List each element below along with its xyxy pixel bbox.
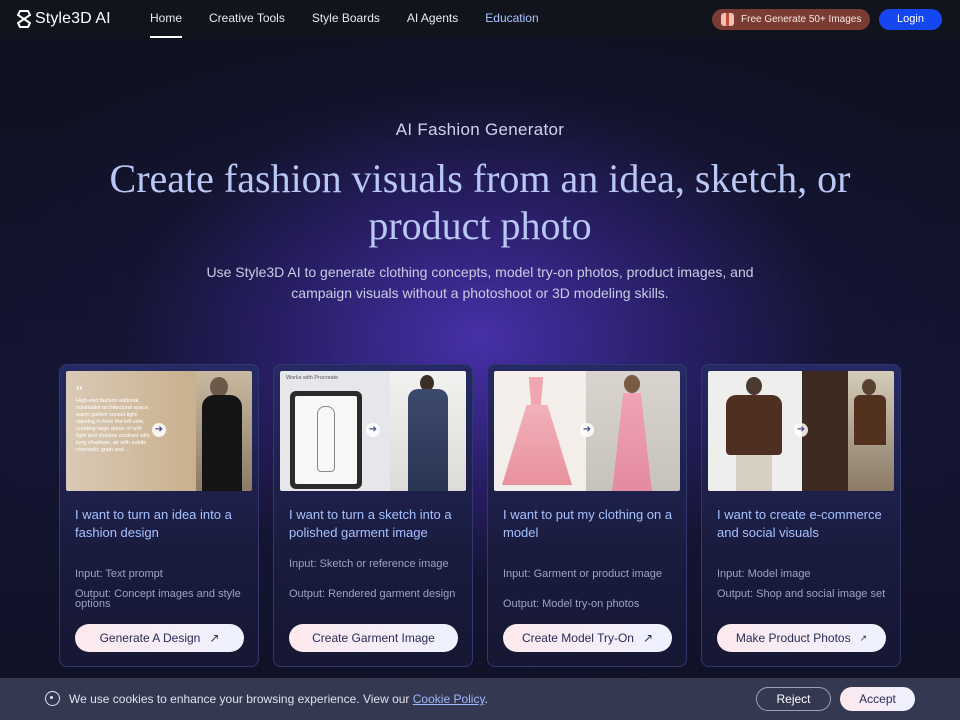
button-label: Make Product Photos — [735, 631, 851, 645]
sketch-figure — [317, 406, 335, 472]
gift-icon — [721, 13, 734, 26]
product-photo — [708, 371, 802, 491]
tablet — [290, 391, 362, 489]
nav-style-boards[interactable]: Style Boards — [312, 0, 380, 38]
jacket — [854, 395, 886, 445]
external-arrow-icon: ↗ — [642, 631, 654, 645]
card-input: Input: Garment or product image — [503, 568, 662, 580]
dress-skirt — [502, 405, 572, 485]
promo-button[interactable]: Free Generate 50+ Images — [712, 9, 870, 30]
cookie-icon — [45, 691, 60, 706]
model-head — [862, 379, 876, 395]
nav-links: Home Creative Tools Style Boards AI Agen… — [150, 0, 566, 38]
cookie-text: We use cookies to enhance your browsing … — [69, 692, 488, 706]
model-photo — [586, 371, 680, 491]
dress-photo — [494, 371, 586, 491]
nav-home[interactable]: Home — [150, 0, 183, 38]
hero-headline: Create fashion visuals from an idea, ske… — [109, 156, 851, 248]
arrow-icon: ➜ — [366, 423, 380, 437]
card-title: I want to create e-commerce and social v… — [717, 507, 882, 540]
model-photo — [196, 371, 252, 491]
reject-button[interactable]: Reject — [756, 687, 831, 711]
leather-jacket — [726, 395, 782, 455]
nav-ai-agents[interactable]: AI Agents — [407, 0, 458, 38]
create-garment-button[interactable]: Create Garment Image — [289, 624, 458, 652]
card-tryon-image: ➜ — [494, 371, 680, 491]
card-idea-image: “ High-end fashion editorial, minimalist… — [66, 371, 252, 491]
external-arrow-icon: ↗ — [859, 632, 868, 643]
card-tryon: ➜ I want to put my clothing on a model I… — [487, 364, 687, 667]
create-tryon-button[interactable]: Create Model Try-On ↗ — [503, 624, 672, 652]
card-output: Output: Rendered garment design — [289, 588, 456, 600]
login-button[interactable]: Login — [879, 9, 942, 30]
tablet-screen — [295, 396, 357, 484]
arrow-icon: ➜ — [580, 423, 594, 437]
card-output: Output: Model try-on photos — [503, 598, 640, 610]
hero-subtitle: Use Style3D AI to generate clothing conc… — [206, 264, 754, 301]
nav-creative-tools[interactable]: Creative Tools — [209, 0, 285, 38]
promo-label: Free Generate 50+ Images — [741, 14, 862, 25]
card-ecommerce: ➜ I want to create e-commerce and social… — [701, 364, 901, 667]
model-head — [210, 377, 228, 397]
generate-design-button[interactable]: Generate A Design ↗ — [75, 624, 244, 652]
card-output: Output: Shop and social image set — [717, 588, 886, 600]
model-head — [624, 375, 640, 393]
trousers — [736, 455, 772, 491]
prompt-text: High-end fashion editorial, minimalist a… — [76, 398, 150, 453]
style3d-logo-icon — [17, 10, 31, 28]
card-input: Input: Model image — [717, 568, 811, 580]
card-sketch-image: Works with Procreate ➜ — [280, 371, 466, 491]
hero-eyebrow: AI Fashion Generator — [395, 120, 565, 139]
pink-dress — [612, 393, 652, 491]
button-label: Create Garment Image — [312, 631, 435, 645]
denim-outfit — [408, 389, 448, 491]
top-nav: Style3D AI Home Creative Tools Style Boa… — [0, 0, 960, 38]
model-head — [746, 377, 762, 395]
card-ecommerce-image: ➜ — [708, 371, 894, 491]
card-title: I want to put my clothing on a model — [503, 507, 673, 540]
card-title: I want to turn an idea into a fashion de… — [75, 507, 232, 540]
cookie-message: We use cookies to enhance your browsing … — [69, 692, 413, 706]
make-product-photos-button[interactable]: Make Product Photos ↗ — [717, 624, 886, 652]
model-suit — [202, 395, 242, 491]
accept-button[interactable]: Accept — [840, 687, 915, 711]
logo-text: Style3D AI — [35, 10, 111, 27]
card-title: I want to turn a sketch into a polished … — [289, 507, 452, 540]
detail-photo — [802, 371, 848, 491]
garment-photo — [390, 371, 466, 491]
arrow-icon: ➜ — [152, 423, 166, 437]
procreate-badge: Works with Procreate — [286, 375, 339, 381]
prompt-panel: “ High-end fashion editorial, minimalist… — [66, 371, 196, 491]
card-input: Input: Sketch or reference image — [289, 558, 449, 570]
button-label: Generate A Design — [99, 631, 201, 645]
button-label: Create Model Try-On — [521, 631, 634, 645]
nav-education[interactable]: Education — [485, 0, 538, 38]
lifestyle-photo — [848, 371, 894, 491]
cookie-banner: We use cookies to enhance your browsing … — [0, 678, 960, 720]
card-idea: “ High-end fashion editorial, minimalist… — [59, 364, 259, 667]
card-input: Input: Text prompt — [75, 568, 163, 580]
cookie-period: . — [484, 692, 488, 706]
logo[interactable]: Style3D AI — [17, 9, 111, 29]
card-output: Output: Concept images and style options — [75, 588, 241, 610]
dress-top — [528, 377, 544, 407]
cookie-policy-link[interactable]: Cookie Policy — [413, 692, 485, 706]
card-sketch: Works with Procreate ➜ I want to turn a … — [273, 364, 473, 667]
external-arrow-icon: ↗ — [209, 631, 220, 645]
arrow-icon: ➜ — [794, 423, 808, 437]
